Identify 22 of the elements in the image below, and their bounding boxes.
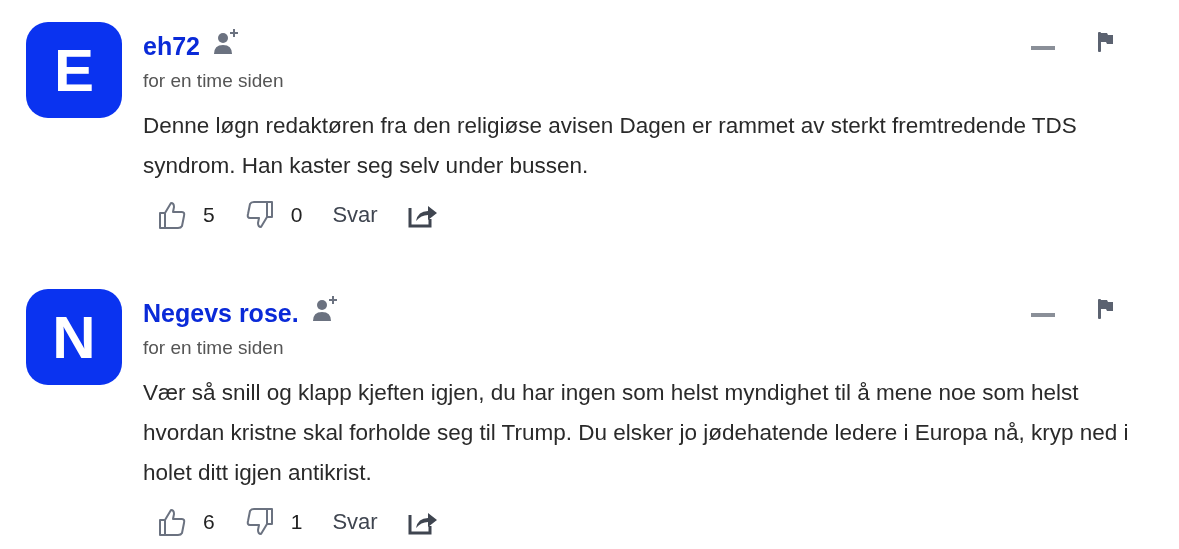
author-link[interactable]: eh72: [143, 31, 200, 61]
comment-text: Vær så snill og klapp kjeften igjen, du har ingen som helst myndighet til å mene noe som helst hvordan kristne skal forholde seg til Trump. Du elsker jo jødehatende ledere i Europa nå, kryp ned i holet ditt igjen antikrist.: [143, 379, 1130, 487]
thumbs-down-icon[interactable]: [244, 200, 275, 230]
like-count: 5: [203, 203, 215, 227]
collapse-icon[interactable]: [1031, 313, 1055, 319]
flag-icon[interactable]: [1097, 32, 1115, 52]
thumbs-down-icon[interactable]: [244, 507, 275, 537]
comment-text: Denne løgn redaktøren fra den religiøse avisen Dagen er rammet av sterkt fremtredende TDS syndrom. Han kaster seg selv under bussen.: [143, 112, 1078, 180]
reply-button[interactable]: Svar: [332, 202, 378, 228]
thumbs-up-icon[interactable]: [157, 507, 187, 537]
author-link[interactable]: Negevs rose.: [143, 298, 299, 328]
thumbs-up-icon[interactable]: [157, 200, 187, 230]
dislike-count: 0: [290, 203, 303, 227]
like-count: 6: [203, 510, 215, 534]
dislike-count: 1: [290, 510, 303, 534]
collapse-icon[interactable]: [1031, 46, 1055, 52]
flag-icon[interactable]: [1097, 299, 1115, 319]
timestamp: for en time siden: [143, 70, 285, 92]
avatar: N: [26, 289, 122, 385]
reply-button[interactable]: Svar: [332, 509, 378, 535]
timestamp: for en time siden: [143, 337, 285, 359]
avatar: E: [26, 22, 122, 118]
